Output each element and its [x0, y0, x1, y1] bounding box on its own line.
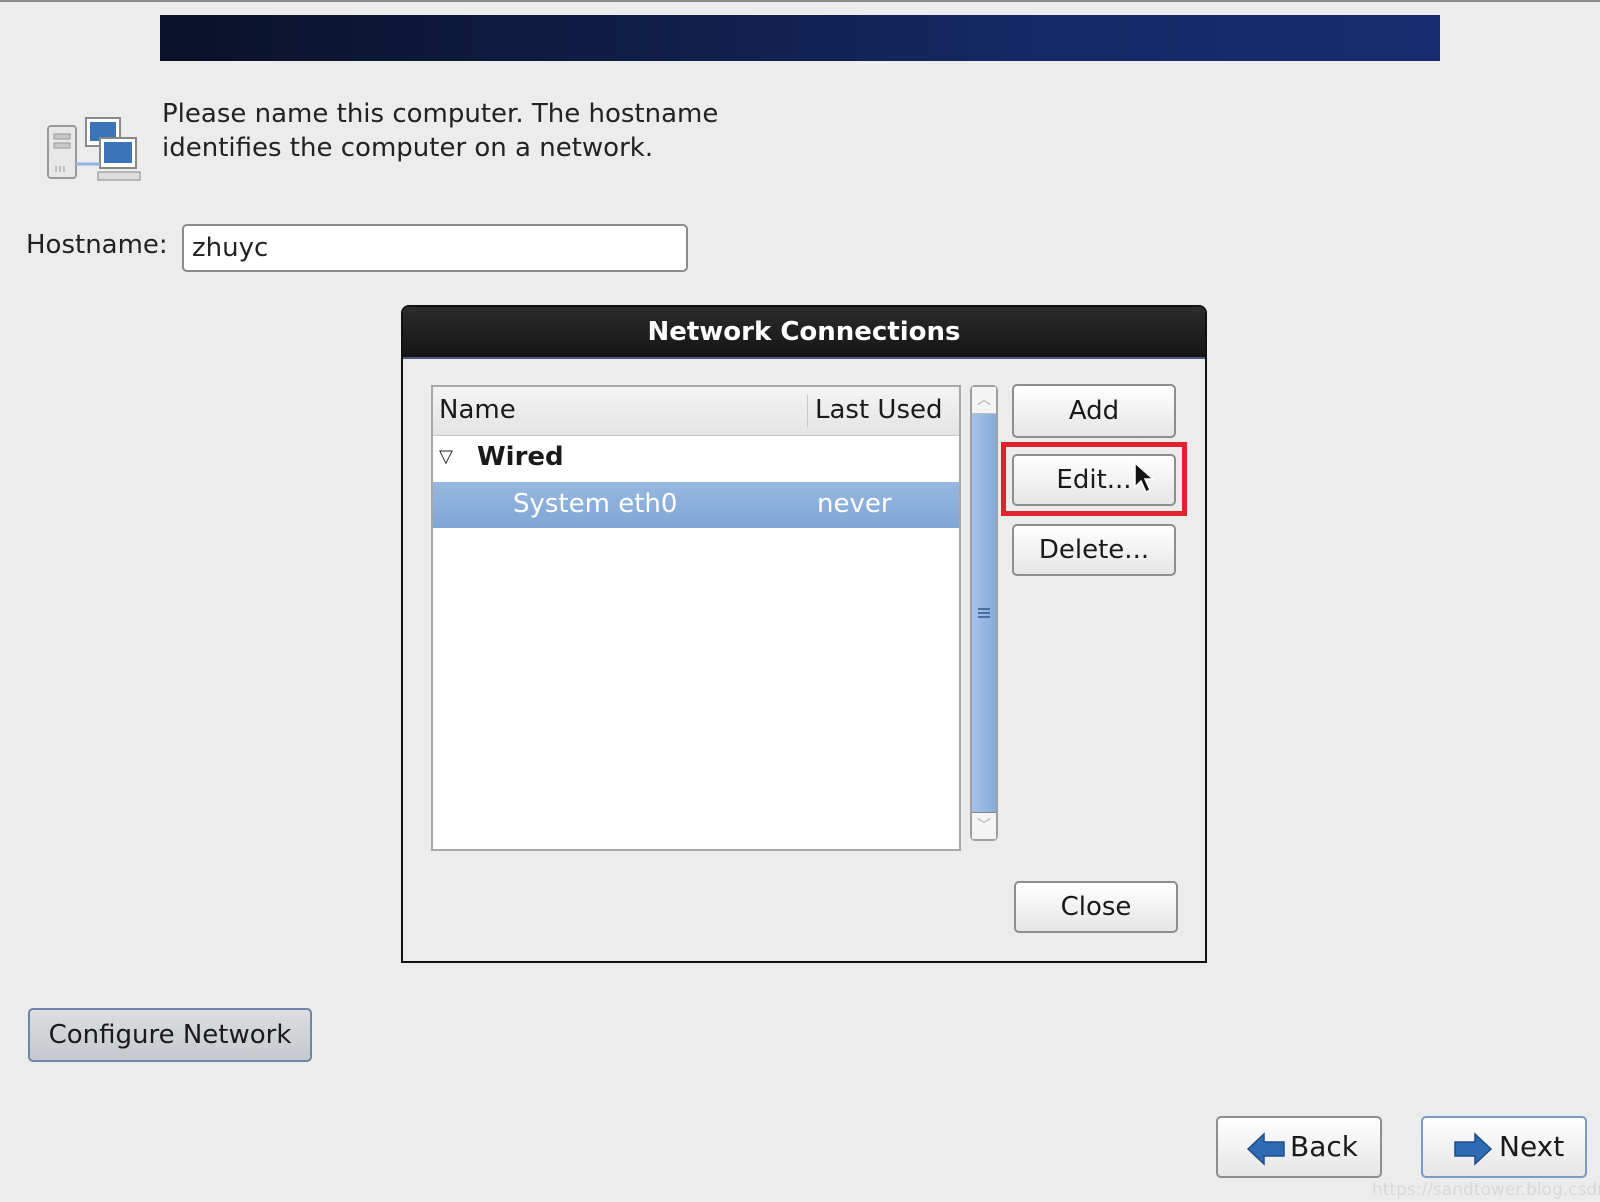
intro-description: Please name this computer. The hostname …	[162, 99, 719, 163]
scroll-down-icon[interactable]: ﹀	[972, 812, 996, 839]
grip-icon	[978, 608, 990, 618]
group-label: Wired	[477, 442, 564, 472]
mouse-cursor-icon	[1134, 461, 1155, 494]
configure-network-button[interactable]: Configure Network	[28, 1008, 312, 1062]
back-label: Back	[1290, 1130, 1358, 1163]
connection-name: System eth0	[513, 489, 678, 519]
column-header-name[interactable]: Name	[439, 395, 516, 425]
scroll-up-icon[interactable]: ︿	[972, 387, 996, 414]
network-connections-dialog: Network Connections Name Last Used ▽ Wir…	[401, 305, 1207, 963]
next-button[interactable]: Next	[1421, 1116, 1587, 1178]
next-label: Next	[1499, 1130, 1565, 1163]
expander-triangle-icon[interactable]: ▽	[439, 446, 453, 467]
arrow-right-icon	[1454, 1132, 1493, 1166]
connection-row[interactable]: System eth0 never	[433, 482, 959, 528]
delete-button[interactable]: Delete...	[1012, 524, 1176, 576]
column-separator[interactable]	[807, 395, 808, 427]
close-button[interactable]: Close	[1014, 881, 1178, 933]
hostname-label: Hostname:	[26, 230, 168, 260]
list-header: Name Last Used	[433, 387, 959, 436]
add-button[interactable]: Add	[1012, 384, 1176, 438]
column-header-last-used[interactable]: Last Used	[815, 395, 943, 425]
connection-last-used: never	[817, 489, 892, 519]
arrow-left-icon	[1246, 1132, 1285, 1166]
group-row-wired[interactable]: ▽ Wired	[433, 436, 959, 482]
back-button[interactable]: Back	[1216, 1116, 1382, 1178]
connections-list[interactable]: Name Last Used ▽ Wired System eth0 never	[431, 385, 961, 851]
watermark: https://sandtower.blog.csdn.net	[1372, 1180, 1600, 1200]
dialog-title: Network Connections	[403, 307, 1205, 359]
scrollbar-thumb[interactable]	[972, 414, 996, 812]
list-scrollbar[interactable]: ︿ ﹀	[970, 385, 998, 841]
header-banner	[160, 15, 1440, 61]
hostname-input[interactable]	[182, 224, 688, 272]
network-computers-icon	[47, 117, 141, 181]
